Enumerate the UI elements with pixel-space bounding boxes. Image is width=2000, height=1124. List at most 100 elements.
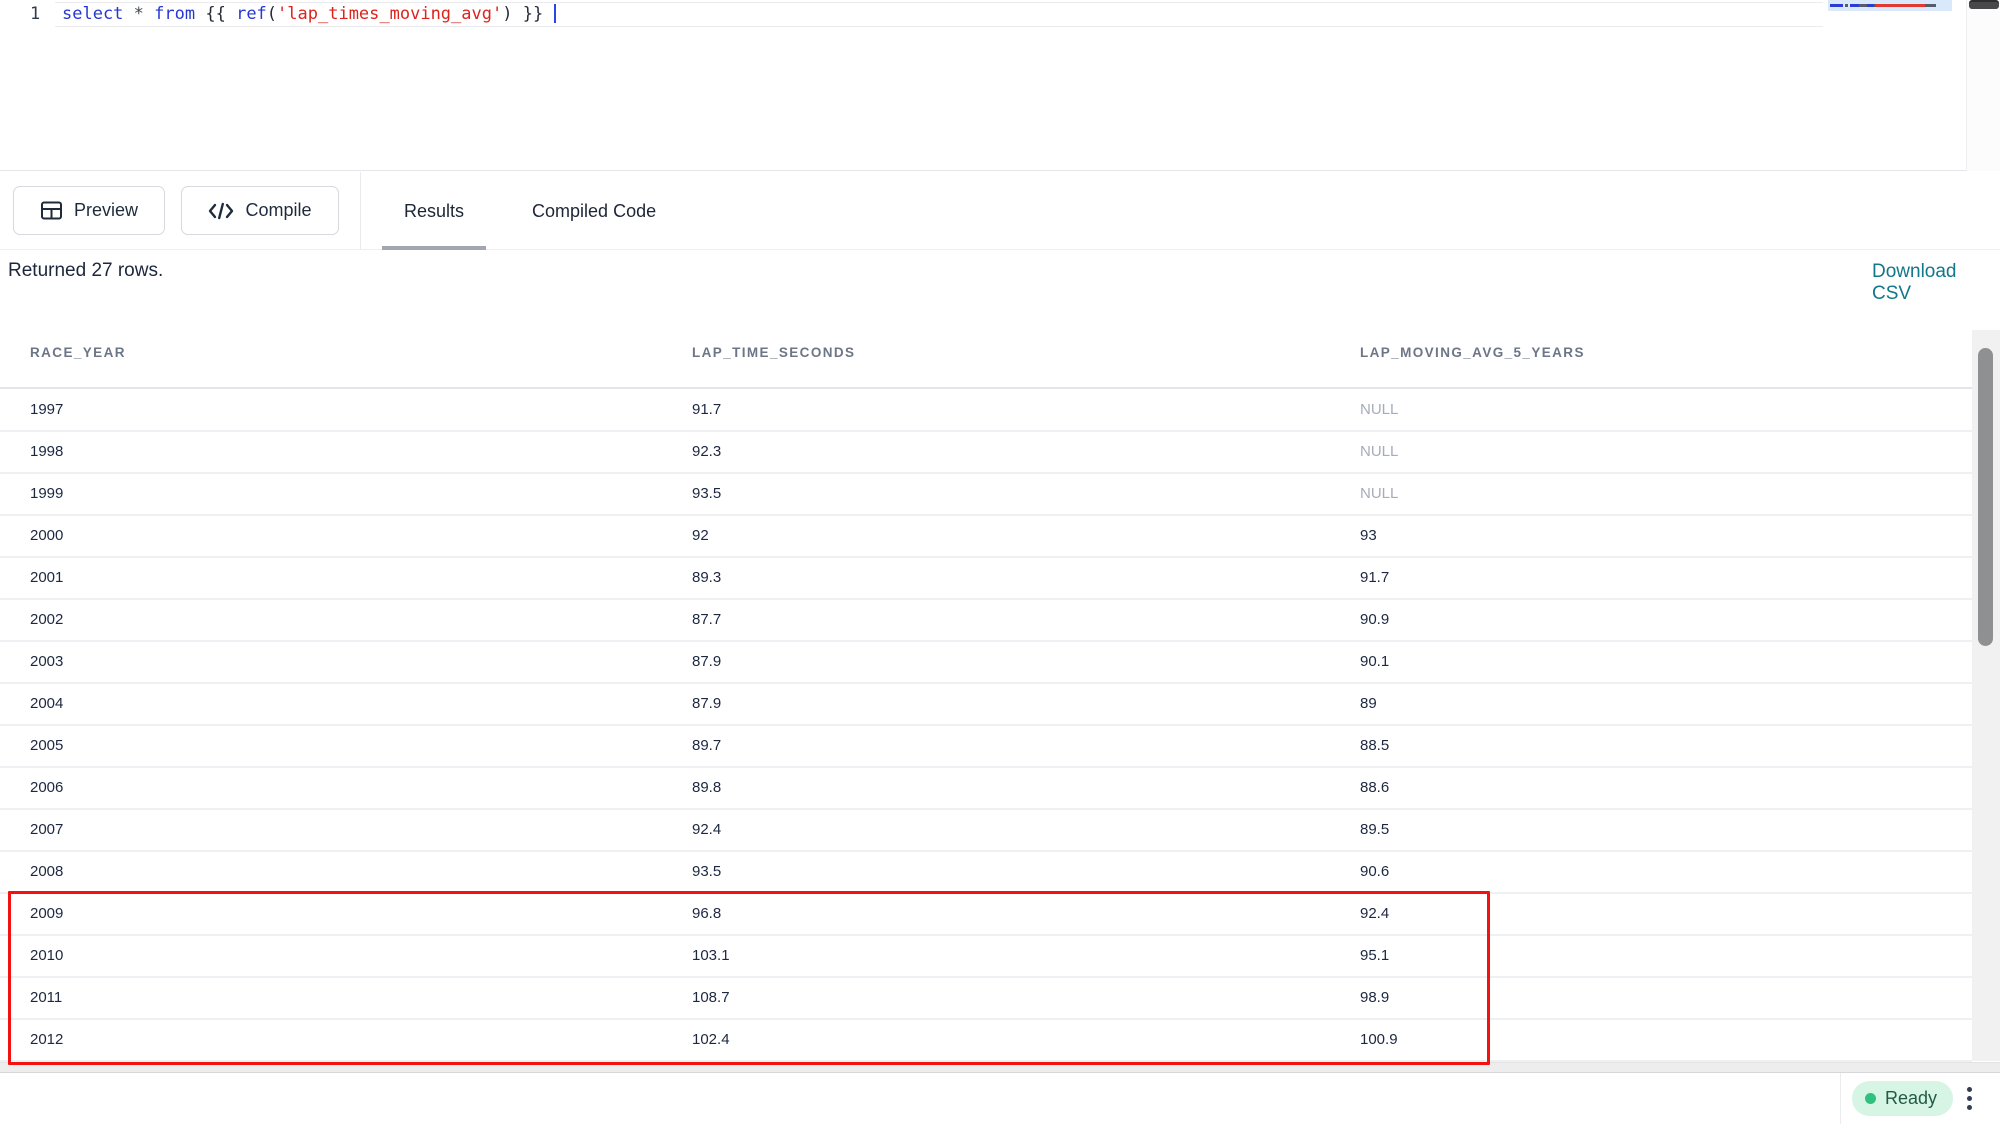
ready-dot-icon [1865,1093,1876,1104]
table-row: 2010 103.1 95.1 [0,936,1972,978]
tab-compiled-code-label: Compiled Code [532,201,656,221]
column-header-race-year: RACE_YEAR [30,318,126,387]
table-cell: 87.9 [692,642,721,682]
table-row: 2012 102.4 100.9 [0,1020,1972,1062]
compile-button[interactable]: Compile [181,186,339,235]
table-cell: 91.7 [1360,558,1389,598]
code-text: select * from {{ ref('lap_times_moving_a… [62,3,556,26]
code-editor[interactable]: 1 select * from {{ ref('lap_times_moving… [0,0,2000,171]
table-row: 2001 89.3 91.7 [0,558,1972,600]
preview-button[interactable]: Preview [13,186,165,235]
table-cell: 1998 [30,432,63,472]
table-body: 199791.7NULL199892.3NULL199993.5NULL2000… [0,390,1972,1064]
ide-screen: 1 select * from {{ ref('lap_times_moving… [0,0,2000,1124]
table-row: 2000 92 93 [0,516,1972,558]
table-cell: 90.6 [1360,852,1389,892]
table-cell: 2003 [30,642,63,682]
table-cell: 2010 [30,936,63,976]
column-header-lap-time-seconds: LAP_TIME_SECONDS [692,318,855,387]
status-bar: Ready [0,1073,2000,1124]
table-cell: 90.1 [1360,642,1389,682]
results-scrollbar-thumb[interactable] [1978,348,1993,646]
editor-scrollbar-thumb[interactable] [1969,0,1999,9]
table-row: 199892.3NULL [0,432,1972,474]
toolbar-divider [360,172,361,250]
tab-compiled-code[interactable]: Compiled Code [510,172,678,250]
table-cell: 2009 [30,894,63,934]
table-cell: 2004 [30,684,63,724]
table-cell: 2006 [30,768,63,808]
horizontal-scrollbar[interactable] [0,1062,2000,1073]
column-header-lap-moving-avg: LAP_MOVING_AVG_5_YEARS [1360,318,1585,387]
table-cell: 87.9 [692,684,721,724]
table-cell: 2012 [30,1020,63,1060]
table-cell: 98.9 [1360,978,1389,1018]
table-cell: 96.8 [692,894,721,934]
table-row: 2008 93.5 90.6 [0,852,1972,894]
table-cell: 89.5 [1360,810,1389,850]
download-csv-link[interactable]: Download CSV [1872,261,2000,305]
table-row: 200689.888.6 [0,768,1972,810]
table-cell: 91.7 [692,390,721,430]
table-row: 2003 87.9 90.1 [0,642,1972,684]
table-cell: 103.1 [692,936,730,976]
table-row: 2007 92.4 89.5 [0,810,1972,852]
editor-minimap[interactable] [1828,0,1952,11]
table-cell: 88.5 [1360,726,1389,766]
kebab-menu-icon[interactable] [1958,1080,1980,1117]
compile-label: Compile [245,200,311,221]
table-cell: 92 [692,516,709,556]
table-cell: 92.4 [1360,894,1389,934]
table-header: RACE_YEAR LAP_TIME_SECONDS LAP_MOVING_AV… [0,318,1972,389]
table-icon [40,200,63,221]
toolbar: Preview Compile Results Compiled Code [0,172,2000,250]
table-cell: NULL [1360,390,1398,430]
table-cell: NULL [1360,474,1398,514]
table-cell: 108.7 [692,978,730,1018]
table-row: 2011 108.7 98.9 [0,978,1972,1020]
table-cell: 1999 [30,474,63,514]
text-cursor [554,4,556,23]
table-cell: 93.5 [692,852,721,892]
table-cell: 2002 [30,600,63,640]
table-cell: 93.5 [692,474,721,514]
tab-results-label: Results [404,201,464,221]
results-scrollbar[interactable] [1972,330,2000,1061]
table-row: 2005 89.7 88.5 [0,726,1972,768]
returned-rows-text: Returned 27 rows. [8,260,163,282]
table-cell: 100.9 [1360,1020,1398,1060]
line-number: 1 [30,2,40,27]
minimap-code-line [1830,4,1936,7]
table-cell: 2001 [30,558,63,598]
table-row: 2009 96.8 92.4 [0,894,1972,936]
table-cell: 2000 [30,516,63,556]
table-row: 1999 93.5 NULL [0,474,1972,516]
table-row: 2002 87.7 90.9 [0,600,1972,642]
results-tabs: Results Compiled Code [382,172,678,250]
table-cell: 92.4 [692,810,721,850]
tab-results[interactable]: Results [382,172,486,250]
table-cell: 95.1 [1360,936,1389,976]
ready-label: Ready [1885,1088,1937,1109]
preview-label: Preview [74,200,138,221]
table-cell: 1997 [30,390,63,430]
table-cell: 2007 [30,810,63,850]
status-divider [1840,1073,1841,1124]
table-cell: 93 [1360,516,1377,556]
code-icon [208,201,234,221]
table-cell: 102.4 [692,1020,730,1060]
table-cell: 2008 [30,852,63,892]
editor-scrollbar[interactable] [1966,0,2000,171]
code-line[interactable]: select * from {{ ref('lap_times_moving_a… [55,2,1823,27]
table-cell: 89 [1360,684,1377,724]
table-cell: 90.9 [1360,600,1389,640]
table-cell: 92.3 [692,432,721,472]
table-row: 2004 87.9 89 [0,684,1972,726]
table-cell: 2011 [30,978,62,1018]
table-cell: 2005 [30,726,63,766]
ready-badge[interactable]: Ready [1852,1081,1953,1116]
table-cell: 89.3 [692,558,721,598]
table-cell: 89.8 [692,768,721,808]
table-cell: 87.7 [692,600,721,640]
table-cell: 89.7 [692,726,721,766]
